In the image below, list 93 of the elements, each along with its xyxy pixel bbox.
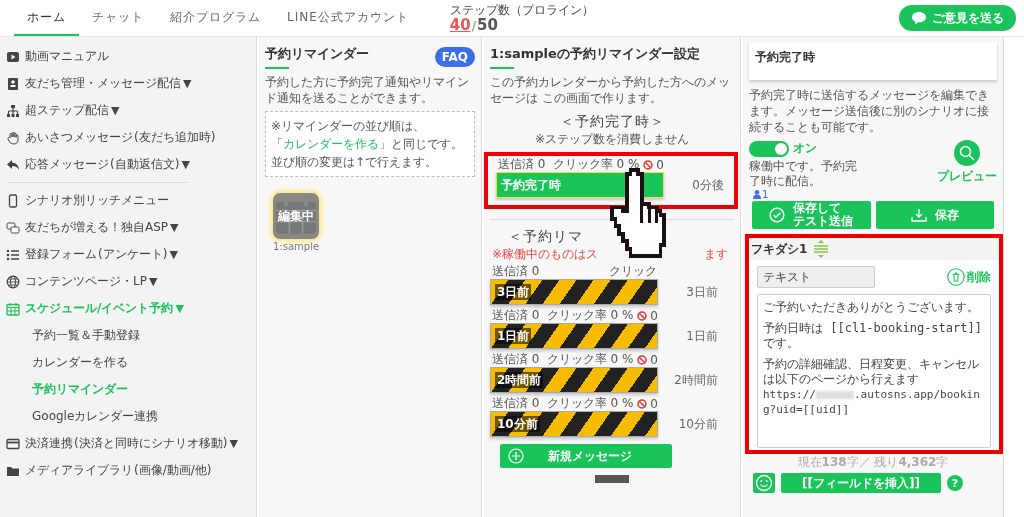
sidebar-subitem[interactable]: カレンダーを作る: [6, 349, 256, 376]
bubble-title: フキダシ1: [751, 240, 808, 258]
editor-description: 予約完了時に送信するメッセージを編集できます。メッセージ送信後に別のシナリオに接続することも可能です。: [749, 87, 990, 135]
sidebar-item[interactable]: 応答メッセージ(自動返信文) ▼: [6, 151, 256, 178]
sent-count: 送信済 0: [492, 351, 540, 368]
step-total: 50: [477, 16, 498, 34]
sidebar-item[interactable]: 友だちが増える！独自ASP ▼: [6, 214, 256, 241]
globe-icon: [6, 274, 20, 289]
sidebar-item[interactable]: 登録フォーム(アンケート) ▼: [6, 241, 256, 268]
click-rate: クリック: [609, 263, 657, 280]
tree-icon: [6, 103, 20, 118]
emoji-button[interactable]: [753, 473, 775, 493]
sidebar-item[interactable]: あいさつメッセージ(友だち追加時): [6, 124, 256, 151]
step-used: 40: [449, 16, 471, 34]
panel-description: この予約カレンダーから予約した方へのメッセージは この画面で作ります。: [490, 74, 731, 106]
calendar-tile[interactable]: 編集中: [273, 193, 320, 239]
nav-tab[interactable]: 紹介プログラム: [157, 0, 274, 36]
section-heading: ＜予約完了時＞: [558, 113, 666, 131]
card-icon: [6, 76, 20, 91]
panel-title: 1:sampleの予約リマインダー設定: [490, 45, 700, 69]
chat-icon: [6, 220, 20, 235]
credit-icon: [6, 436, 20, 451]
phone-icon: [6, 193, 20, 208]
recipient-count: 1: [762, 189, 769, 200]
block-icon: [637, 354, 648, 365]
check-circle-icon: [769, 207, 786, 223]
block-icon: [637, 310, 648, 321]
block-count: 0: [650, 308, 658, 323]
drag-handle-icon[interactable]: [813, 240, 830, 258]
sent-count: 送信済 0: [492, 263, 540, 280]
message-bar[interactable]: 2時間前: [490, 367, 658, 393]
person-icon: [753, 190, 761, 199]
sent-count: 送信済 0: [498, 156, 546, 173]
note-text: ※リマインダーの並び順は、: [271, 118, 427, 135]
status-text: 稼働中です。予約完了時に配信。: [749, 159, 858, 189]
faq-button[interactable]: FAQ: [434, 47, 475, 67]
warning-text: ※稼働中のものはス: [492, 246, 599, 263]
block-icon: [643, 159, 654, 170]
sent-count: 送信済 0: [492, 307, 540, 324]
reply-icon: [6, 157, 20, 172]
sidebar-item[interactable]: 動画マニュアル: [6, 43, 256, 70]
sidebar-item[interactable]: 超ステップ配信 ▼: [6, 97, 256, 124]
video-icon: [6, 49, 20, 64]
editor-header: 予約完了時: [749, 43, 997, 80]
message-bar[interactable]: 10分前: [490, 411, 658, 437]
sidebar-item[interactable]: シナリオ別リッチメニュー: [6, 187, 256, 214]
timing-label: 10分前: [677, 418, 718, 430]
block-icon: [637, 398, 648, 409]
click-rate: クリック率 0 %: [546, 395, 634, 412]
click-rate: クリック率 0 %: [546, 351, 634, 368]
warning-text: ます: [704, 246, 728, 263]
timing-label: 1日前: [685, 330, 718, 342]
redacted-mark: [816, 391, 854, 399]
message-text-field[interactable]: ご予約いただきありがとうございます。 予約日時は [[cl1-booking-start]] です。 予約の詳細確認、日程変更、キャンセルは以下のページから行えます https:// .autosns.app/booking?uid=[[uid]]: [757, 294, 991, 448]
smiley-icon: [755, 474, 773, 492]
search-icon: [958, 144, 976, 162]
sidebar-item[interactable]: コンテンツページ・LP ▼: [6, 268, 256, 295]
panel-title: 予約リマインダー: [265, 45, 369, 69]
calendar-icon: [6, 301, 20, 316]
timing-label: 3日前: [685, 286, 718, 298]
timing-label: 0分後: [691, 179, 724, 191]
panel-description: 予約した方に予約完了通知やリマインド通知を送ることができます。: [265, 74, 470, 106]
chat-bubble-icon: [911, 11, 927, 25]
click-rate: クリック率 0 %: [546, 307, 634, 324]
block-count: 0: [650, 396, 658, 411]
message-bar[interactable]: 1日前: [490, 323, 658, 349]
note-text: 「カレンダーを作る」と同じです。: [271, 136, 464, 153]
nav-tab[interactable]: チャット: [79, 0, 157, 36]
timing-label: 2時間前: [673, 374, 718, 386]
nav-tab[interactable]: LINE公式アカウント: [274, 0, 422, 36]
click-rate: クリック率 0 %: [552, 156, 640, 173]
type-select[interactable]: テキスト: [757, 266, 875, 288]
download-icon: [910, 208, 927, 222]
step-separator: /: [471, 16, 477, 34]
sidebar-subitem[interactable]: Googleカレンダー連携: [6, 403, 256, 430]
list-icon: [6, 247, 20, 262]
sent-count: 送信済 0: [492, 395, 540, 412]
section-heading: ＜予約リマ: [508, 228, 583, 246]
sidebar-item[interactable]: 決済連携(決済と同時にシナリオ移動) ▼: [6, 430, 256, 457]
message-bar[interactable]: 3日前: [490, 279, 658, 305]
toggle-label: オン: [793, 140, 817, 157]
block-count: 0: [650, 352, 658, 367]
active-toggle[interactable]: [749, 140, 789, 157]
sidebar-item[interactable]: 友だち管理・メッセージ配信 ▼: [6, 70, 256, 97]
step-count-label: ステップ数（プロライン）: [449, 2, 594, 17]
calendar-name: 1:sample: [273, 241, 320, 252]
sidebar-item[interactable]: メディアライブラリ(画像/動画/他): [6, 457, 256, 484]
trash-icon: [947, 268, 965, 286]
sidebar-subitem[interactable]: 予約一覧＆手動登録: [6, 322, 256, 349]
plus-icon: [508, 448, 524, 464]
note-text: 並び順の変更は↑で行えます。: [271, 154, 439, 171]
block-count: 0: [656, 157, 664, 172]
section-subheading: ※ステップ数を消費しません: [533, 131, 691, 148]
